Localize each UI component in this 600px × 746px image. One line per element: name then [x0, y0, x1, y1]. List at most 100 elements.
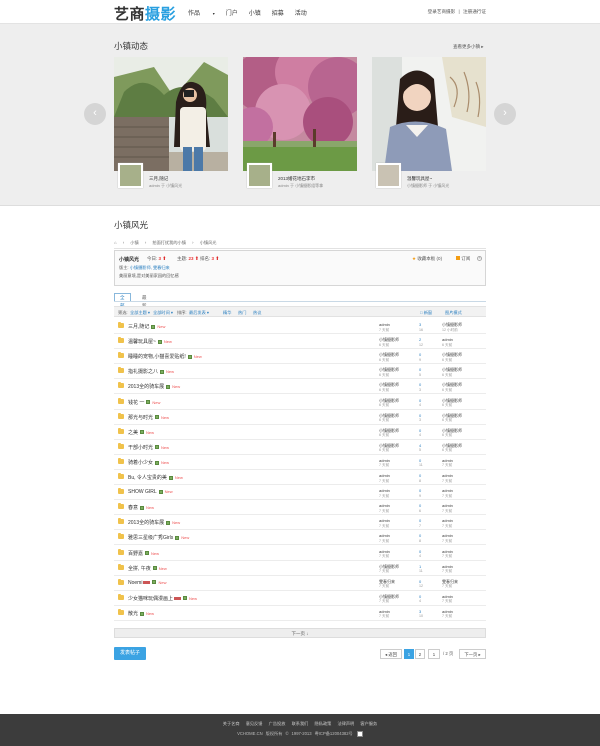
login-link[interactable]: 登录艺商摄影	[428, 9, 456, 14]
thread-title[interactable]: 钱花 一	[128, 400, 144, 406]
thread-last-poster[interactable]: admin	[442, 533, 453, 538]
filter-digest[interactable]: 精华	[223, 310, 231, 316]
avatar[interactable]	[376, 163, 401, 188]
table-row[interactable]: 睡睡的宠物,小猫喜爱贴纸! New 小镇摄影师 6 天前 0 9 小镇摄影师 6 天前	[114, 349, 486, 365]
next-page-bar[interactable]: 下一页 ↓	[114, 628, 486, 638]
register-link[interactable]: 注册通行证	[463, 9, 486, 14]
breadcrumb-item[interactable]: 拍面打扰我的小镇	[152, 240, 186, 245]
thread-author[interactable]: admin	[379, 533, 390, 538]
gallery-card[interactable]: 温馨玩具屋~ 小镇摄影师 于 小镇风光	[372, 57, 486, 197]
thread-title[interactable]: Bu, 令人宝贵的美	[128, 475, 167, 481]
breadcrumb-item[interactable]: 小镇	[130, 240, 138, 245]
thread-last-poster[interactable]: admin	[442, 518, 453, 523]
thread-last-poster[interactable]: admin	[442, 549, 453, 554]
pager-page-1[interactable]: 1	[404, 649, 414, 659]
thread-last-poster[interactable]: admin	[442, 488, 453, 493]
thread-title[interactable]: 春意	[128, 505, 138, 511]
footer-link[interactable]: 联系我们	[292, 721, 309, 726]
site-logo[interactable]: 艺商摄影	[114, 3, 176, 24]
avatar[interactable]	[247, 163, 272, 188]
nav-item-events[interactable]: 活动	[295, 8, 307, 17]
more-towns-link[interactable]: 查看更多小镇 ▸	[453, 44, 484, 50]
footer-link[interactable]: 关于艺商	[223, 721, 240, 726]
footer-link[interactable]: 法律声明	[337, 721, 354, 726]
table-row[interactable]: 之美 New 小镇摄影师 6 天前 0 4 小镇摄影师 6 天前	[114, 425, 486, 440]
avatar[interactable]	[118, 163, 143, 188]
nav-item-portal[interactable]: 门户	[226, 8, 238, 17]
nav-item-town[interactable]: 小镇	[249, 8, 261, 17]
thread-title[interactable]: Noemi	[128, 580, 142, 586]
card-title[interactable]: 三月,随记	[149, 176, 168, 182]
pager-next[interactable]: 下一页 ▸	[459, 649, 486, 659]
filter-heat[interactable]: 热门	[238, 310, 246, 316]
filter-all-select[interactable]: 全部主题 ▾	[130, 310, 150, 316]
table-row[interactable]: 春意 New admin 7 天前 0 6 admin 7 天前	[114, 500, 486, 516]
thread-last-poster[interactable]: admin	[442, 473, 453, 478]
gallery-prev-button[interactable]: ‹	[84, 103, 106, 125]
thread-author[interactable]: admin	[379, 549, 390, 554]
footer-link[interactable]: 客户服务	[360, 721, 377, 726]
thread-author[interactable]: admin	[379, 322, 390, 327]
thread-title[interactable]: 三月,随记	[128, 324, 149, 330]
thread-title[interactable]: 睡睡的宠物,小猫喜爱贴纸!	[128, 354, 186, 360]
thread-title[interactable]: 散光	[128, 611, 138, 617]
thread-title[interactable]: 那光与时光	[128, 415, 153, 421]
thread-author[interactable]: admin	[379, 503, 390, 508]
image-mode-toggle[interactable]: 图片模式	[445, 310, 462, 316]
table-row[interactable]: Noemi New 雯春归来 7 天前 0 12 雯春归来 7 天前	[114, 576, 486, 591]
new-post-button[interactable]: 发表帖子	[114, 647, 146, 660]
pager-back[interactable]: ◂ 返回	[380, 649, 402, 659]
filter-hot[interactable]: 热议	[253, 310, 261, 316]
thread-title[interactable]: 少女猫咪玩偶漫画上	[128, 596, 173, 602]
pager-page-2[interactable]: 2	[415, 649, 425, 659]
gallery-card[interactable]: 2013婚花地石李市 admin 于 小镇摄影组等拿	[243, 57, 357, 197]
thread-title[interactable]: 指礼摄影之八	[128, 369, 158, 375]
gallery-next-button[interactable]: ›	[494, 103, 516, 125]
table-row[interactable]: 雅思三星级广秀Girls New admin 7 天前 0 8 admin 7 天前	[114, 530, 486, 546]
table-row[interactable]: 少女猫咪玩偶漫画上 New 小镇摄影师 7 天前 0 4 admin 7 天前	[114, 591, 486, 606]
gallery-card[interactable]: 三月,随记 admin 于 小镇风光	[114, 57, 228, 197]
card-photo[interactable]	[243, 57, 357, 171]
table-row[interactable]: 骑着小少女 New admin 7 天前 0 11 admin 7 天前	[114, 455, 486, 470]
table-row[interactable]: Bu, 令人宝贵的美 New admin 7 天前 0 8 admin 7 天前	[114, 470, 486, 486]
thread-title[interactable]: 百野嘉	[128, 551, 143, 557]
table-row[interactable]: 全拼, 午夜 New 小镇摄影师 7 天前 1 11 admin 7 天前	[114, 561, 486, 576]
moderator-links[interactable]: 小镇摄影师, 雯春归来	[130, 265, 170, 270]
table-row[interactable]: 2013全的骑车展 New 小镇摄影师 6 天前 0 3 小镇摄影师 6 天前	[114, 379, 486, 395]
nav-item-recruit[interactable]: 招募	[272, 8, 284, 17]
table-row[interactable]: 百野嘉 New admin 7 天前 0 4 admin 7 天前	[114, 546, 486, 561]
close-icon[interactable]: ×	[477, 256, 482, 261]
table-row[interactable]: 干部小时光 New 小镇摄影师 6 天前 4 5 小镇摄影师 6 天前	[114, 440, 486, 455]
breadcrumb-item[interactable]: 小镇风光	[200, 240, 217, 245]
thread-title[interactable]: 2013全的骑车展	[128, 520, 164, 526]
new-window-toggle[interactable]: □ 新窗	[420, 310, 432, 316]
thread-last-poster[interactable]: admin	[442, 503, 453, 508]
card-title[interactable]: 温馨玩具屋~	[407, 176, 432, 182]
table-row[interactable]: 钱花 一 New 小镇摄影师 6 天前 0 4 小镇摄影师 6 天前	[114, 395, 486, 410]
nav-item-works[interactable]: 作品 ▾	[188, 8, 215, 17]
rss-button[interactable]: 订阅	[456, 256, 470, 262]
thread-author[interactable]: admin	[379, 518, 390, 523]
thread-last-poster[interactable]: admin	[442, 337, 453, 342]
thread-title[interactable]: 骑着小少女	[128, 460, 153, 466]
beian-icon[interactable]	[356, 731, 363, 737]
card-photo[interactable]	[114, 57, 228, 171]
table-row[interactable]: 温馨玩具屋~ New 小镇摄影师 6 天前 2 12 admin 6 天前	[114, 334, 486, 350]
thread-title[interactable]: 之美	[128, 430, 138, 436]
card-photo[interactable]	[372, 57, 486, 171]
icp-link[interactable]: 粤ICP备12004382号	[315, 731, 353, 736]
thread-title[interactable]: SHOW GIRL	[128, 489, 157, 495]
table-row[interactable]: 指礼摄影之八 New 小镇摄影师 6 天前 0 5 小镇摄影师 6 天前	[114, 364, 486, 380]
thread-title[interactable]: 温馨玩具屋~	[128, 339, 156, 345]
thread-title[interactable]: 雅思三星级广秀Girls	[128, 535, 173, 541]
sort-select[interactable]: 最后发表 ▾	[189, 310, 209, 316]
favorite-button[interactable]: ★ 收藏本板 (0)	[412, 256, 442, 262]
footer-link[interactable]: 广告投放	[269, 721, 286, 726]
table-row[interactable]: 2013全的骑车展 New admin 7 天前 0 7 admin 7 天前	[114, 515, 486, 531]
thread-title[interactable]: 全拼, 午夜	[128, 566, 151, 572]
card-title[interactable]: 2013婚花地石李市	[278, 176, 315, 182]
thread-author[interactable]: admin	[379, 488, 390, 493]
table-row[interactable]: SHOW GIRL New admin 7 天前 0 9 admin 7 天前	[114, 485, 486, 501]
page-jump-input[interactable]: 1	[428, 649, 440, 659]
home-icon[interactable]: ⌂	[114, 240, 117, 245]
